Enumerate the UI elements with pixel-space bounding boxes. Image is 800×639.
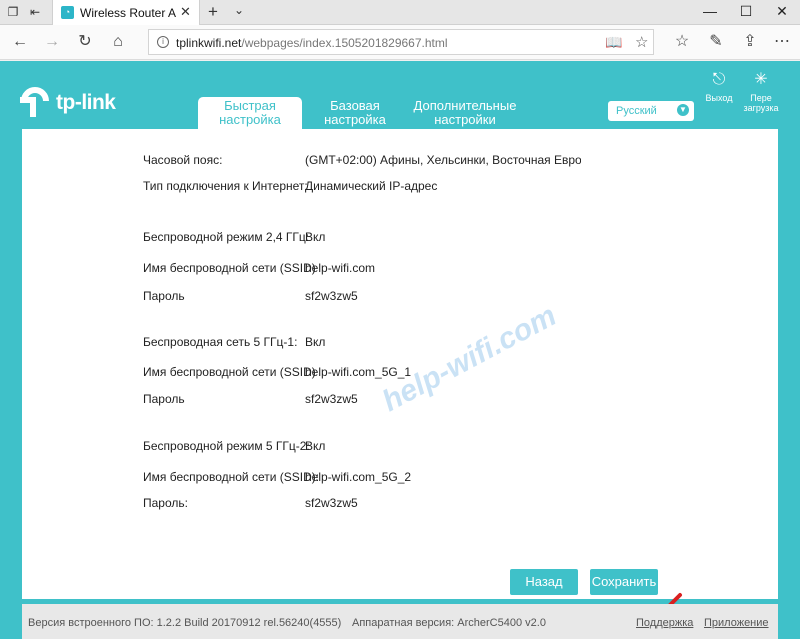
new-tab-icon[interactable]: + (208, 2, 218, 22)
back-button[interactable]: Назад (510, 569, 578, 595)
tab-advanced-setup-line1: Дополнительные (413, 98, 517, 113)
page-footer: Версия встроенного ПО: 1.2.2 Build 20170… (22, 604, 778, 639)
logout-icon: ⎋ (712, 71, 726, 88)
summary-panel: Часовой пояс: (GMT+02:00) Афины, Хельсин… (22, 129, 778, 599)
summary-value: sf2w3zw5 (305, 392, 358, 406)
summary-label: Пароль (143, 289, 185, 303)
summary-row-wireless-24-ssid: Имя беспроводной сети (SSID) help-wifi.c… (143, 261, 375, 275)
forward-arrow-icon[interactable]: → (42, 33, 62, 51)
back-arrow-icon[interactable]: ← (10, 33, 30, 51)
tab-basic-setup-line2: настройка (324, 112, 386, 127)
address-bar[interactable]: i tplinkwifi.net/webpages/index.15052018… (148, 29, 654, 55)
router-header: tp-link Быстрая настройка Базовая настро… (0, 61, 800, 129)
summary-label: Пароль (143, 392, 185, 406)
summary-value: help-wifi.com (305, 261, 376, 275)
tab-quick-setup[interactable]: Быстрая настройка (198, 97, 302, 129)
router-admin-page: tp-link Быстрая настройка Базовая настро… (0, 61, 800, 639)
reboot-spinner-icon: ✳ (754, 71, 768, 88)
favorite-star-icon[interactable]: ☆ (635, 33, 648, 51)
summary-row-wireless-24-state: Беспроводной режим 2,4 ГГц: Вкл (143, 230, 325, 244)
browser-tab-bar: ❐ ⇤ ◔ Wireless Router Archer C ✕ + ⌄ — ☐… (0, 0, 800, 25)
summary-value: Вкл (305, 439, 326, 453)
hardware-version: Аппаратная версия: ArcherC5400 v2.0 (352, 617, 546, 629)
summary-label: Беспроводной режим 2,4 ГГц: (143, 230, 310, 244)
more-menu-icon[interactable]: ⋯ (772, 33, 792, 51)
url-text: tplinkwifi.net/webpages/index.1505201829… (176, 36, 448, 50)
tp-link-logo-mark-icon (20, 87, 49, 117)
summary-value: sf2w3zw5 (305, 496, 358, 510)
summary-label: Имя беспроводной сети (SSID): (143, 470, 320, 484)
share-icon[interactable]: ⇪ (740, 33, 760, 51)
web-note-pen-icon[interactable]: ✎ (706, 33, 726, 51)
info-icon[interactable]: i (157, 36, 169, 48)
reading-view-icon[interactable]: 📖 (605, 34, 622, 51)
logout-button[interactable]: ⎋ Выход (697, 71, 741, 103)
logout-label: Выход (705, 93, 733, 103)
chevron-down-icon: ▼ (677, 104, 689, 116)
summary-label: Часовой пояс: (143, 153, 223, 167)
tab-title: Wireless Router Archer C (80, 6, 176, 20)
summary-row-wireless-5g2-ssid: Имя беспроводной сети (SSID): help-wifi.… (143, 470, 411, 484)
minimize-icon[interactable]: — (700, 3, 720, 19)
reboot-label-line2: загрузка (743, 103, 779, 113)
summary-row-wireless-24-password: Пароль sf2w3zw5 (143, 289, 358, 303)
language-select[interactable]: Русский ▼ (608, 101, 694, 121)
summary-value: help-wifi.com_5G_2 (305, 470, 412, 484)
summary-label: Беспроводная сеть 5 ГГц-1: (143, 335, 298, 349)
summary-label: Пароль: (143, 496, 188, 510)
refresh-icon[interactable]: ↻ (75, 33, 95, 51)
url-path: /webpages/index.1505201829667.html (241, 36, 448, 50)
summary-label: Имя беспроводной сети (SSID) (143, 365, 316, 379)
home-icon[interactable]: ⌂ (108, 33, 128, 51)
tab-basic-setup[interactable]: Базовая настройка (308, 97, 402, 129)
reboot-label-line1: Пере (750, 93, 772, 103)
reboot-button[interactable]: ✳ Пере загрузка (739, 71, 783, 113)
summary-row-wireless-5g2-state: Беспроводной режим 5 ГГц-2: Вкл (143, 439, 325, 453)
maximize-icon[interactable]: ☐ (736, 3, 756, 20)
tab-basic-setup-line1: Базовая (330, 98, 380, 113)
favorites-hub-icon[interactable]: ☆ (672, 33, 692, 51)
summary-label: Тип подключения к Интернет: (143, 179, 308, 193)
browser-toolbar: ← → ↻ ⌂ i tplinkwifi.net/webpages/index.… (0, 25, 800, 60)
chevron-down-icon[interactable]: ⌄ (234, 3, 244, 17)
tab-preview-icon[interactable]: ❐ (6, 5, 20, 19)
url-domain: tplinkwifi.net (176, 36, 242, 50)
app-link[interactable]: Приложение (704, 617, 769, 629)
support-link[interactable]: Поддержка (636, 617, 693, 629)
summary-row-wireless-5g1-password: Пароль sf2w3zw5 (143, 392, 358, 406)
summary-row-wireless-5g1-state: Беспроводная сеть 5 ГГц-1: Вкл (143, 335, 325, 349)
summary-value: Вкл (305, 230, 326, 244)
summary-value: (GMT+02:00) Афины, Хельсинки, Восточная … (305, 153, 581, 167)
tab-advanced-setup-line2: настройки (434, 112, 496, 127)
tab-advanced-setup[interactable]: Дополнительные настройки (404, 97, 526, 129)
summary-row-wireless-5g1-ssid: Имя беспроводной сети (SSID) help-wifi.c… (143, 365, 411, 379)
summary-value: Динамический IP-адрес (305, 179, 438, 193)
close-tab-icon[interactable]: ✕ (180, 4, 191, 20)
browser-tab[interactable]: ◔ Wireless Router Archer C ✕ (52, 0, 200, 25)
summary-label: Беспроводной режим 5 ГГц-2: (143, 439, 310, 453)
language-value: Русский (616, 105, 657, 117)
summary-row-connection-type: Тип подключения к Интернет: Динамический… (143, 179, 437, 193)
tab-quick-setup-line2: настройка (219, 112, 281, 127)
summary-value: sf2w3zw5 (305, 289, 358, 303)
tabs-aside-icon[interactable]: ⇤ (28, 5, 42, 19)
firmware-version: Версия встроенного ПО: 1.2.2 Build 20170… (28, 617, 342, 629)
close-window-icon[interactable]: ✕ (772, 3, 792, 20)
summary-row-wireless-5g2-password: Пароль: sf2w3zw5 (143, 496, 358, 510)
brand-name: tp-link (56, 91, 116, 114)
summary-row-timezone: Часовой пояс: (GMT+02:00) Афины, Хельсин… (143, 153, 581, 167)
summary-label: Имя беспроводной сети (SSID) (143, 261, 316, 275)
tp-link-favicon-icon: ◔ (61, 6, 74, 19)
tab-quick-setup-line1: Быстрая (224, 98, 276, 113)
